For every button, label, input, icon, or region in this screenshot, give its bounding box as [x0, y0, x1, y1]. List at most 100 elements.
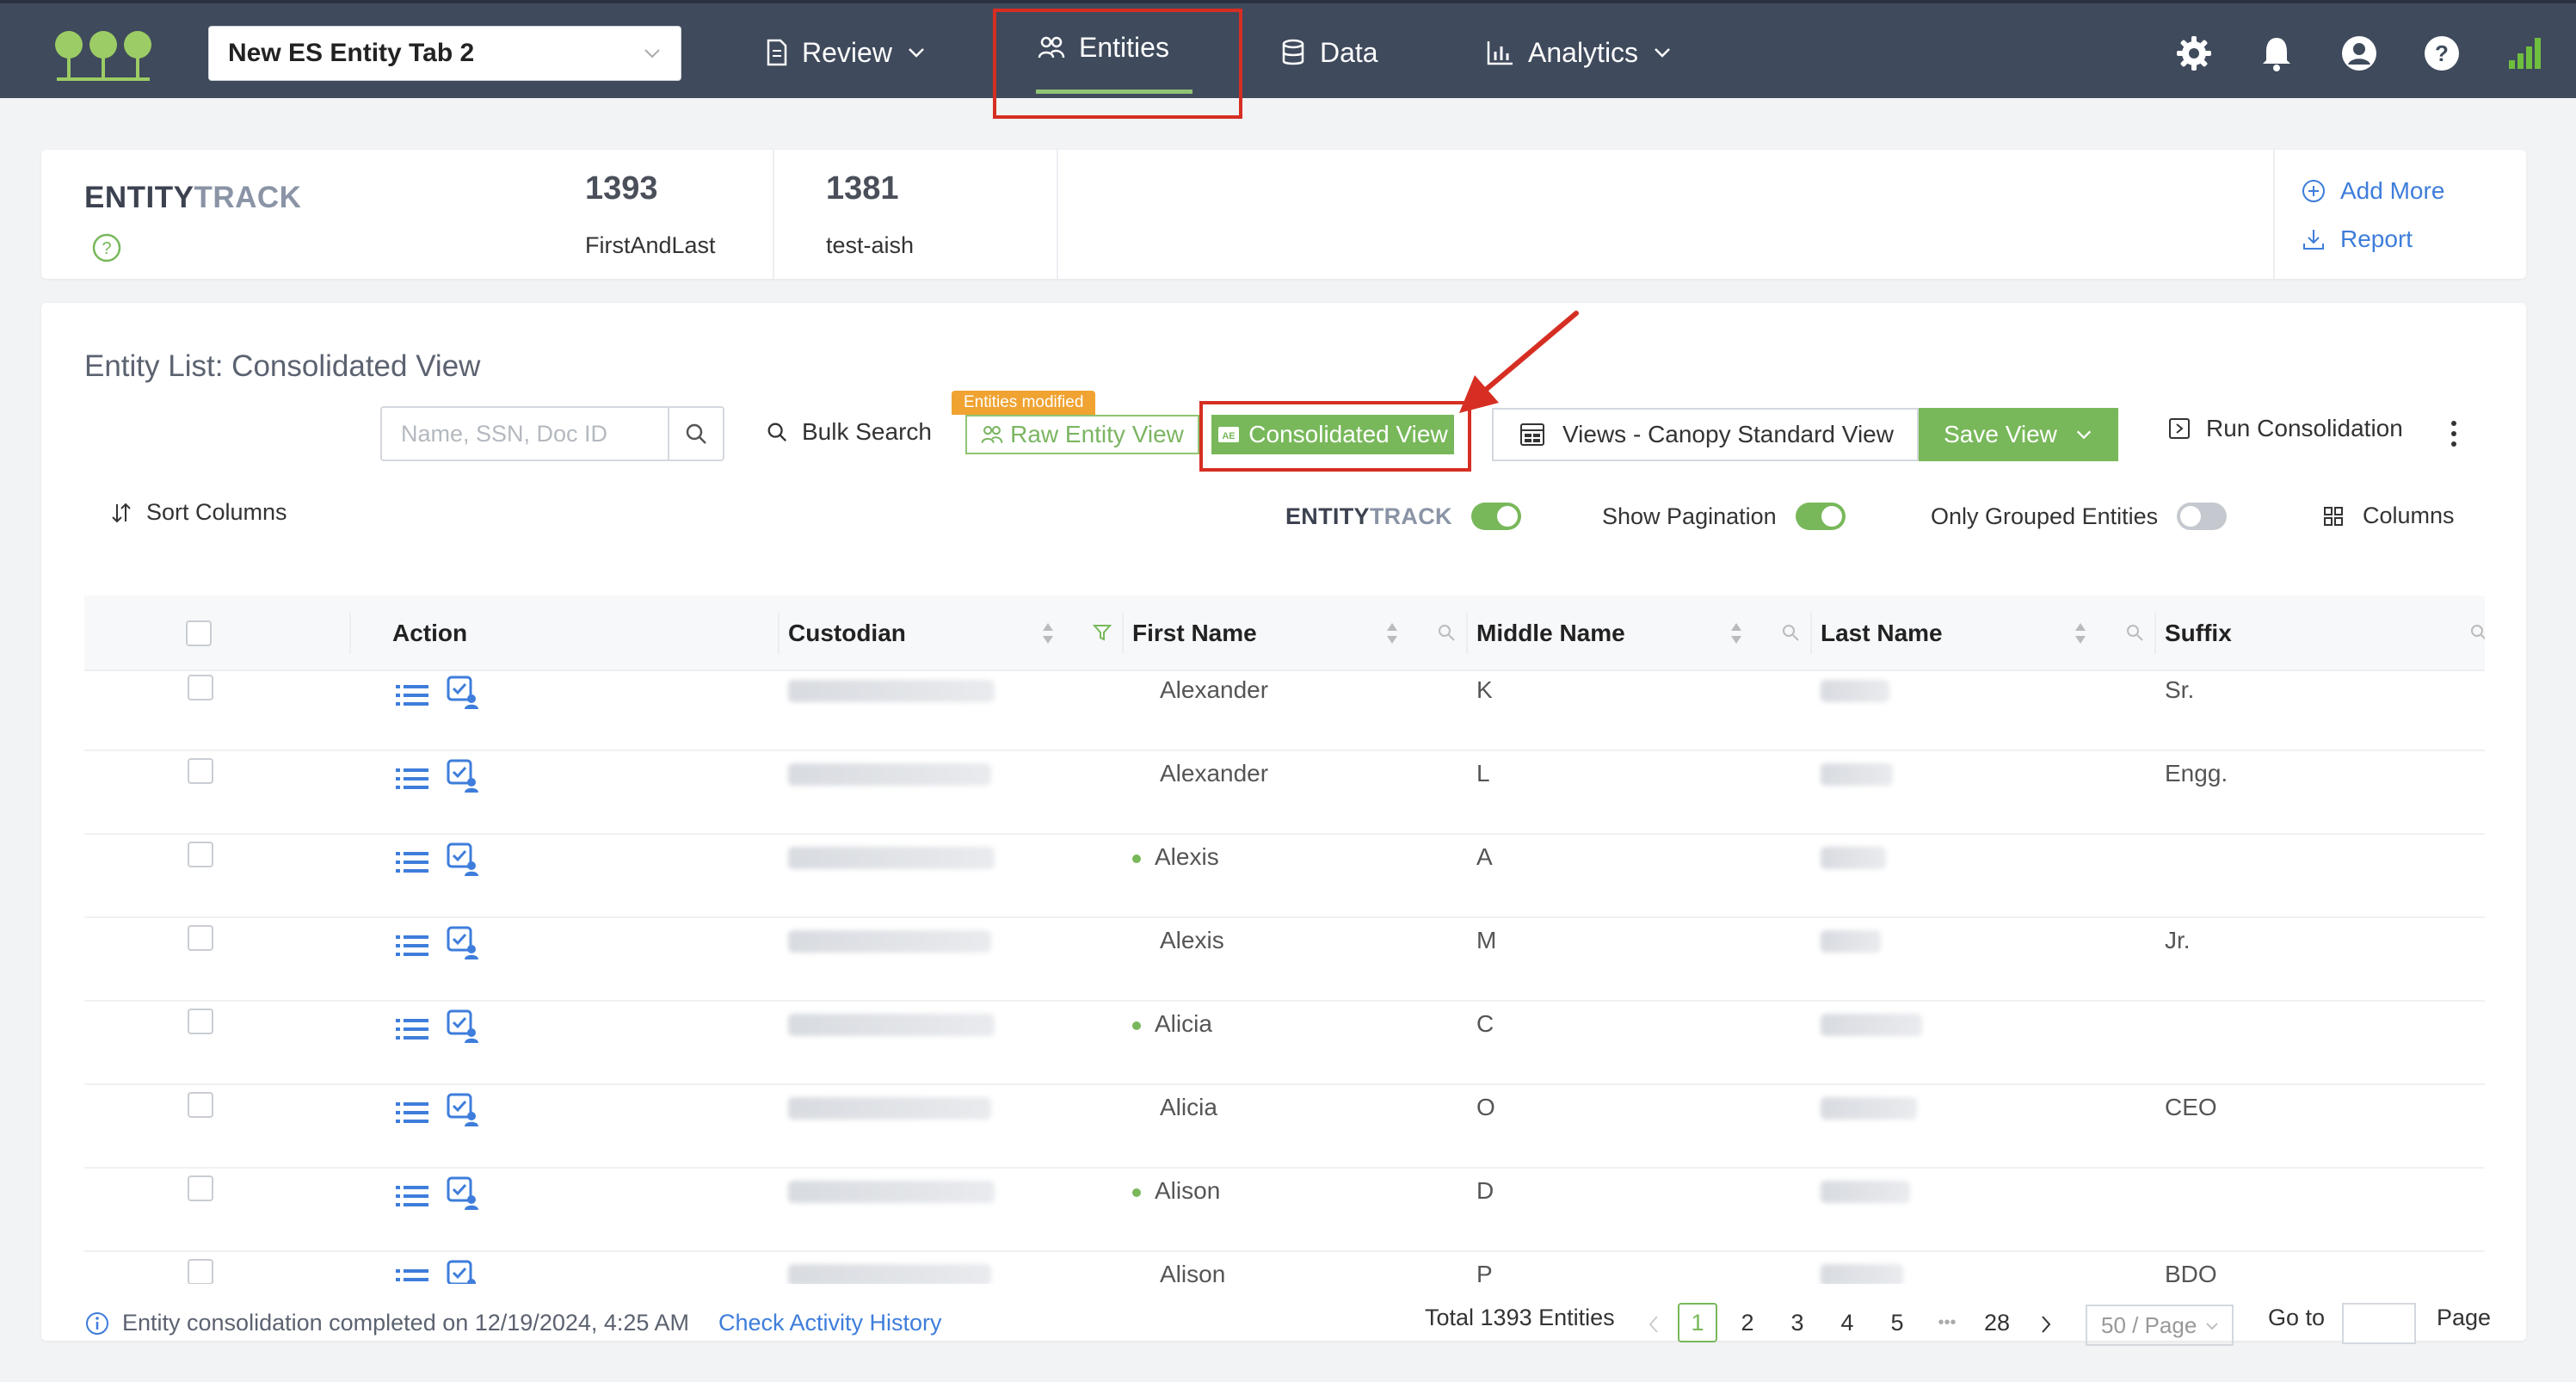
header-suffix[interactable]: Suffix: [2165, 595, 2232, 671]
sort-arrows-icon[interactable]: [1385, 621, 1399, 645]
custodian-redacted: [788, 847, 995, 869]
row-checkbox[interactable]: [188, 1175, 213, 1201]
stat-value: 1381: [826, 170, 899, 207]
add-more-button[interactable]: Add More: [2301, 177, 2444, 205]
entitytrack-toggle-group: ENTITYTRACK: [1285, 503, 1521, 530]
search-icon[interactable]: [1781, 623, 1800, 642]
assign-entity-icon[interactable]: [446, 1175, 480, 1210]
custodian-redacted: [788, 1181, 995, 1203]
assign-entity-icon[interactable]: [446, 675, 480, 709]
sort-arrows-icon[interactable]: [2074, 621, 2087, 645]
filter-icon[interactable]: [1093, 623, 1112, 642]
table-row[interactable]: AliciaCst: [84, 1002, 2485, 1085]
table-row[interactable]: AliciaOCEOst: [84, 1085, 2485, 1169]
nav-data[interactable]: Data: [1280, 3, 1378, 102]
chevron-right-icon[interactable]: [2039, 1315, 2053, 1334]
stat-test-aish[interactable]: 1381 test-aish: [774, 150, 1032, 279]
table-row[interactable]: AlexanderKSr.vs: [84, 668, 2485, 751]
header-custodian[interactable]: Custodian: [788, 595, 906, 671]
entity-tab-select[interactable]: New ES Entity Tab 2: [208, 26, 681, 81]
page-4-button[interactable]: 4: [1827, 1303, 1867, 1342]
more-vertical-icon[interactable]: [2450, 416, 2457, 451]
save-view-button[interactable]: Save View: [1919, 408, 2118, 461]
views-select[interactable]: Views - Canopy Standard View: [1492, 408, 1919, 461]
first-name-cell: Alison: [1132, 1177, 1220, 1205]
check-activity-history-link[interactable]: Check Activity History: [718, 1310, 942, 1336]
assign-entity-icon[interactable]: [446, 1092, 480, 1126]
row-checkbox[interactable]: [188, 925, 213, 951]
first-name-cell: Alexis: [1132, 843, 1219, 871]
nav-entities[interactable]: Entities: [1038, 0, 1169, 96]
per-page-select[interactable]: 50 / Page: [2086, 1305, 2234, 1346]
only-grouped-toggle[interactable]: [2177, 503, 2228, 530]
select-all-checkbox[interactable]: [186, 595, 212, 671]
table-row[interactable]: AlexisMJr.og: [84, 918, 2485, 1002]
page-3-button[interactable]: 3: [1778, 1303, 1817, 1342]
table-row[interactable]: AlexanderLEngg.sc: [84, 751, 2485, 835]
stat-firstandlast[interactable]: 1393 FirstAndLast: [542, 150, 800, 279]
nav-review[interactable]: Review: [766, 3, 927, 102]
list-icon[interactable]: [396, 767, 428, 791]
table-header: Action Custodian First Name Middle Name …: [84, 595, 2485, 671]
assign-entity-icon[interactable]: [446, 1259, 480, 1284]
page-28-button[interactable]: 28: [1977, 1303, 2017, 1342]
chevron-left-icon[interactable]: [1647, 1315, 1661, 1334]
entitytrack-toggle[interactable]: [1470, 503, 1521, 530]
run-consolidation-button[interactable]: Run Consolidation: [2168, 415, 2403, 442]
list-icon[interactable]: [396, 1017, 428, 1041]
row-checkbox[interactable]: [188, 758, 213, 784]
list-icon[interactable]: [396, 850, 428, 874]
page-2-button[interactable]: 2: [1728, 1303, 1767, 1342]
raw-entity-view-button[interactable]: Raw Entity View: [965, 415, 1199, 454]
search-icon[interactable]: [2469, 623, 2485, 642]
list-icon[interactable]: [396, 1268, 428, 1284]
bulk-search-button[interactable]: Bulk Search: [766, 418, 932, 446]
people-icon: [981, 426, 1003, 443]
report-button[interactable]: Report: [2301, 225, 2413, 253]
sort-arrows-icon[interactable]: [1041, 621, 1055, 645]
consolidated-view-button[interactable]: AE Consolidated View: [1211, 415, 1454, 454]
table-row[interactable]: AlisonPBDOdc: [84, 1252, 2485, 1284]
user-avatar-icon[interactable]: [2340, 34, 2378, 72]
row-checkbox[interactable]: [188, 675, 213, 700]
sort-arrows-icon[interactable]: [1729, 621, 1743, 645]
assign-entity-icon[interactable]: [446, 1009, 480, 1043]
columns-button[interactable]: Columns: [2323, 503, 2455, 529]
settings-icon[interactable]: [2175, 34, 2213, 72]
nav-active-indicator: [1036, 89, 1192, 94]
list-icon[interactable]: [396, 683, 428, 707]
bell-icon[interactable]: [2258, 34, 2296, 72]
search-button[interactable]: [668, 408, 723, 460]
question-circle-icon[interactable]: ?: [91, 232, 122, 263]
help-icon[interactable]: ?: [2423, 34, 2461, 72]
first-name-cell: Alexander: [1160, 676, 1269, 703]
divider: [1466, 613, 1468, 654]
page-ellipsis[interactable]: •••: [1927, 1303, 1967, 1342]
search-input[interactable]: [382, 408, 669, 460]
page-5-button[interactable]: 5: [1877, 1303, 1917, 1342]
page-1-button[interactable]: 1: [1678, 1303, 1717, 1342]
assign-entity-icon[interactable]: [446, 758, 480, 793]
show-pagination-toggle[interactable]: [1795, 503, 1846, 530]
table-row[interactable]: AlisonDdc: [84, 1169, 2485, 1252]
row-checkbox[interactable]: [188, 1009, 213, 1034]
table-row[interactable]: AlexisAog: [84, 835, 2485, 918]
row-checkbox[interactable]: [188, 1259, 213, 1284]
row-checkbox[interactable]: [188, 1092, 213, 1118]
sort-columns-button[interactable]: Sort Columns: [110, 499, 287, 526]
nav-review-label: Review: [802, 36, 892, 68]
search-icon[interactable]: [2125, 623, 2144, 642]
header-last-name[interactable]: Last Name: [1821, 595, 1943, 671]
assign-entity-icon[interactable]: [446, 925, 480, 959]
goto-page-input[interactable]: [2342, 1303, 2416, 1344]
header-middle-name[interactable]: Middle Name: [1476, 595, 1625, 671]
search-icon[interactable]: [1437, 623, 1456, 642]
header-first-name[interactable]: First Name: [1132, 595, 1257, 671]
app-logo-icon[interactable]: [52, 26, 155, 83]
list-icon[interactable]: [396, 1101, 428, 1125]
list-icon[interactable]: [396, 1184, 428, 1208]
list-icon[interactable]: [396, 934, 428, 958]
row-checkbox[interactable]: [188, 842, 213, 867]
nav-analytics[interactable]: Analytics: [1487, 3, 1673, 102]
assign-entity-icon[interactable]: [446, 842, 480, 876]
